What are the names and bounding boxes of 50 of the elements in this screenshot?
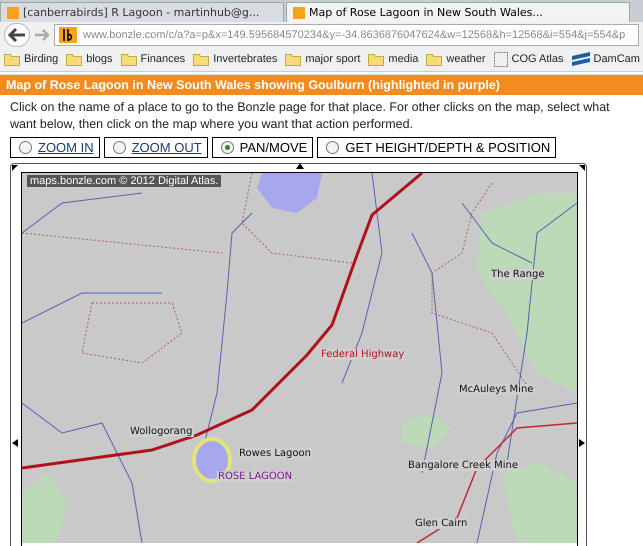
mode-option[interactable]: ZOOM IN bbox=[10, 137, 100, 158]
folder-icon bbox=[285, 52, 302, 66]
pan-up-left-icon[interactable] bbox=[12, 165, 18, 171]
mode-option[interactable]: PAN/MOVE bbox=[212, 137, 314, 158]
page-icon bbox=[494, 52, 508, 66]
map-label[interactable]: McAuleys Mine bbox=[458, 384, 534, 395]
map-label[interactable]: Federal Highway bbox=[320, 349, 406, 360]
radio-button[interactable] bbox=[112, 141, 126, 154]
map-label[interactable]: The Range bbox=[490, 269, 546, 280]
address-bar[interactable]: www.bonzle.com/c/a?a=p&x=149.595684570234&y=-34.8636876047624&w=12568&h=12568&i=554&j=554&p bbox=[54, 24, 639, 46]
radio-button[interactable] bbox=[326, 141, 340, 154]
folder-icon bbox=[368, 52, 384, 66]
site-icon bbox=[7, 6, 19, 18]
site-icon bbox=[293, 6, 305, 18]
map-credit: maps.bonzle.com © 2012 Digital Atlas. bbox=[27, 175, 222, 187]
map-label[interactable]: Bangalore Creek Mine bbox=[407, 460, 519, 471]
folder-icon bbox=[120, 52, 137, 66]
pan-right-icon[interactable] bbox=[579, 439, 585, 447]
mode-option[interactable]: GET HEIGHT/DEPTH & POSITION bbox=[317, 137, 556, 158]
mode-option[interactable]: ZOOM OUT bbox=[104, 137, 208, 158]
bookmark[interactable]: Birding bbox=[4, 52, 58, 66]
bookmark[interactable]: Invertebrates bbox=[193, 52, 278, 66]
browser-tab[interactable]: [canberrabirds] R Lagoon - martinhub@g... bbox=[0, 2, 284, 22]
pan-up-right-icon[interactable] bbox=[579, 165, 585, 171]
page-title: Map of Rose Lagoon in New South Wales showing Goulburn (highlighted in purple) bbox=[0, 74, 643, 95]
bookmark[interactable]: weather bbox=[426, 52, 486, 66]
back-button[interactable] bbox=[4, 22, 30, 46]
site-icon bbox=[59, 26, 77, 42]
radio-button[interactable] bbox=[220, 141, 234, 154]
wave-logo-icon bbox=[572, 52, 590, 66]
map-label[interactable]: Rowes Lagoon bbox=[238, 448, 312, 459]
back-arrow-icon bbox=[8, 28, 26, 42]
bookmark[interactable]: Finances bbox=[120, 52, 186, 66]
map-label[interactable]: Wollogorang bbox=[129, 426, 194, 437]
bookmark[interactable]: major sport bbox=[285, 52, 360, 66]
bookmark[interactable]: blogs bbox=[66, 52, 113, 66]
folder-icon bbox=[426, 52, 442, 66]
folder-icon bbox=[66, 52, 82, 66]
pan-left-icon[interactable] bbox=[12, 439, 18, 447]
bookmark[interactable]: media bbox=[368, 52, 418, 66]
map-label[interactable]: ROSE LAGOON bbox=[217, 471, 294, 482]
folder-icon bbox=[193, 52, 210, 66]
instructions-text: Click on the name of a place to go to the Bonzle page for that place. For other clicks on the map, select what want below, then click on the map where you want that action performed. bbox=[10, 99, 611, 133]
bookmark[interactable]: DamCam bbox=[572, 52, 640, 66]
folder-icon bbox=[4, 52, 20, 66]
map-label[interactable]: Glen Cairn bbox=[414, 518, 468, 529]
pan-up-icon[interactable] bbox=[296, 163, 304, 169]
browser-tab[interactable]: Map of Rose Lagoon in New South Wales... bbox=[286, 2, 630, 22]
bookmark[interactable]: COG Atlas bbox=[494, 52, 564, 66]
radio-button[interactable] bbox=[19, 141, 32, 154]
